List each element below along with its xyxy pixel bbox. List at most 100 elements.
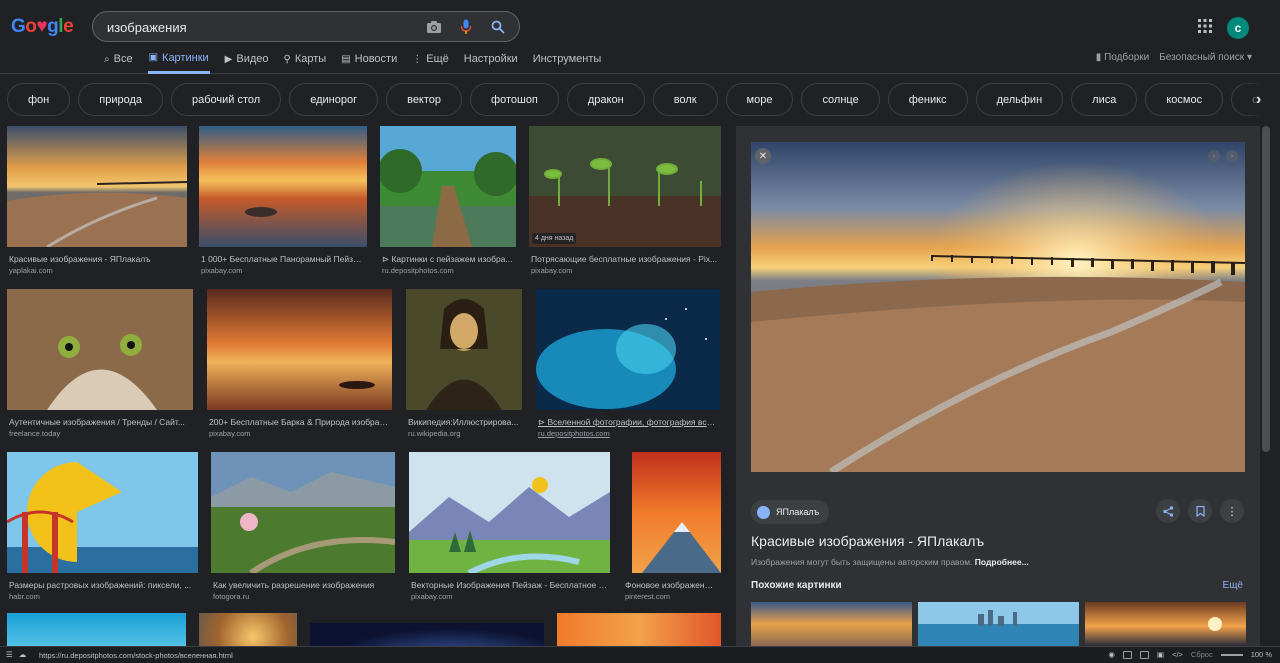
result-card[interactable]: 4 дня назад Потрясающие бесплатные изобр… bbox=[529, 126, 721, 276]
result-thumbnail[interactable] bbox=[207, 289, 392, 410]
window-icon[interactable] bbox=[1122, 650, 1132, 659]
result-thumbnail[interactable] bbox=[557, 613, 721, 646]
search-input[interactable] bbox=[107, 18, 427, 36]
chip[interactable]: море bbox=[725, 83, 794, 116]
result-title[interactable]: Красивые изображения - ЯПлакалъ bbox=[9, 254, 185, 264]
chip[interactable]: солнце bbox=[801, 83, 880, 116]
cloud-icon[interactable]: ☁ bbox=[19, 650, 27, 659]
zoom-level[interactable]: 100 % bbox=[1251, 650, 1272, 659]
result-title[interactable]: 200+ Бесплатные Барка & Природа изображ.… bbox=[209, 417, 390, 427]
chevron-left-icon[interactable]: ‹ bbox=[1208, 150, 1220, 162]
result-thumbnail[interactable]: 4 дня назад bbox=[529, 126, 721, 247]
microphone-icon[interactable] bbox=[457, 18, 475, 36]
result-thumbnail[interactable] bbox=[7, 289, 193, 410]
similar-image[interactable] bbox=[918, 602, 1079, 646]
chip[interactable]: фотошоп bbox=[470, 83, 559, 116]
result-card[interactable] bbox=[310, 623, 544, 646]
safe-search-menu[interactable]: Безопасный поиск ▾ bbox=[1159, 52, 1252, 63]
chevron-right-icon[interactable]: › bbox=[1226, 150, 1238, 162]
share-icon[interactable] bbox=[1156, 499, 1180, 523]
tab-news[interactable]: ▤ Новости bbox=[341, 47, 397, 71]
tab-tools[interactable]: Инструменты bbox=[533, 47, 602, 71]
result-card[interactable] bbox=[557, 613, 721, 646]
learn-more-link[interactable]: Подробнее... bbox=[975, 557, 1029, 567]
result-card[interactable]: Википедия:Иллюстрирова... ru.wikipedia.o… bbox=[406, 289, 522, 439]
result-thumbnail[interactable] bbox=[7, 126, 187, 247]
collections-link[interactable]: ▮ Подборки bbox=[1096, 52, 1149, 63]
chip[interactable]: единорог bbox=[289, 83, 379, 116]
camera-icon[interactable] bbox=[425, 18, 443, 36]
tiling-icon[interactable] bbox=[1139, 650, 1149, 659]
result-title[interactable]: Как увеличить разрешение изображения bbox=[213, 580, 393, 590]
chip[interactable]: вектор bbox=[386, 83, 463, 116]
result-card[interactable]: Векторные Изображения Пейзаж - Бесплатно… bbox=[409, 452, 610, 602]
tab-video[interactable]: ▶ Видео bbox=[225, 47, 269, 71]
google-logo[interactable]: Go♥gle bbox=[11, 16, 74, 38]
tab-images[interactable]: ▣ Картинки bbox=[147, 47, 210, 74]
zoom-slider[interactable] bbox=[1220, 654, 1243, 656]
result-thumbnail[interactable] bbox=[632, 452, 721, 573]
image-toggle-icon[interactable]: ▣ bbox=[1157, 650, 1164, 659]
similar-more-link[interactable]: Ещё bbox=[1223, 580, 1243, 591]
tab-settings[interactable]: Настройки bbox=[464, 47, 518, 71]
tab-all[interactable]: ⌕ Все bbox=[104, 47, 133, 71]
result-title[interactable]: Википедия:Иллюстрирова... bbox=[408, 417, 520, 427]
menu-icon[interactable]: ☰ bbox=[6, 650, 13, 659]
result-thumbnail[interactable] bbox=[199, 613, 297, 646]
result-title[interactable]: Фоновое изображение... bbox=[625, 580, 717, 590]
preview-title[interactable]: Красивые изображения - ЯПлакалъ bbox=[751, 533, 984, 549]
tab-maps[interactable]: ⚲ Карты bbox=[284, 47, 327, 71]
result-thumbnail[interactable] bbox=[7, 613, 186, 646]
result-card[interactable]: Фоновое изображение... pinterest.com bbox=[623, 452, 721, 602]
result-card[interactable] bbox=[7, 613, 186, 646]
result-thumbnail[interactable] bbox=[7, 452, 198, 573]
bookmark-icon[interactable] bbox=[1188, 499, 1212, 523]
chip[interactable]: космос bbox=[1145, 83, 1224, 116]
chip[interactable]: волк bbox=[652, 83, 718, 116]
result-card[interactable]: ⊳ Вселенной фотографии, фотография вселе… bbox=[536, 289, 720, 439]
similar-image[interactable] bbox=[1085, 602, 1246, 646]
result-thumbnail[interactable] bbox=[380, 126, 516, 247]
result-title[interactable]: 1 000+ Бесплатные Панорамный Пейзаж... bbox=[201, 254, 365, 264]
result-title[interactable]: ⊳ Картинки с пейзажем изобра... bbox=[382, 254, 514, 265]
result-title[interactable]: Потрясающие бесплатные изображения - Pix… bbox=[531, 254, 719, 264]
chip[interactable]: дельфин bbox=[975, 83, 1064, 116]
chip[interactable]: природа bbox=[78, 83, 163, 116]
tab-more[interactable]: ⋮ Ещё bbox=[412, 47, 449, 71]
result-card[interactable]: Размеры растровых изображений: пиксели, … bbox=[7, 452, 198, 602]
close-icon[interactable]: ✕ bbox=[755, 148, 771, 164]
result-thumbnail[interactable] bbox=[536, 289, 720, 410]
result-card[interactable]: Как увеличить разрешение изображения fot… bbox=[211, 452, 395, 602]
apps-grid-icon[interactable] bbox=[1198, 19, 1214, 35]
result-title[interactable]: Размеры растровых изображений: пиксели, … bbox=[9, 580, 196, 590]
reset-zoom-button[interactable]: Сброс bbox=[1191, 650, 1213, 659]
code-icon[interactable]: </> bbox=[1172, 650, 1183, 659]
search-icon[interactable] bbox=[489, 18, 507, 36]
chip[interactable]: рабочий стол bbox=[171, 83, 282, 116]
result-card[interactable]: Красивые изображения - ЯПлакалъ yaplakai… bbox=[7, 126, 187, 276]
result-card[interactable]: Аутентичные изображения / Тренды / Сайт.… bbox=[7, 289, 193, 439]
result-thumbnail[interactable] bbox=[199, 126, 367, 247]
similar-image[interactable] bbox=[751, 602, 912, 646]
result-card[interactable]: 1 000+ Бесплатные Панорамный Пейзаж... p… bbox=[199, 126, 367, 276]
result-card[interactable] bbox=[199, 613, 297, 646]
source-site-chip[interactable]: ЯПлакалъ bbox=[751, 500, 830, 524]
camera-icon[interactable]: ◉ bbox=[1108, 650, 1115, 659]
chip[interactable]: фон bbox=[7, 83, 71, 116]
result-thumbnail[interactable] bbox=[310, 623, 544, 646]
result-title[interactable]: Векторные Изображения Пейзаж - Бесплатно… bbox=[411, 580, 608, 590]
more-vert-icon[interactable]: ⋮ bbox=[1220, 499, 1244, 523]
result-title[interactable]: Аутентичные изображения / Тренды / Сайт.… bbox=[9, 417, 191, 427]
chip[interactable]: дракон bbox=[566, 83, 645, 116]
result-title[interactable]: ⊳ Вселенной фотографии, фотография вселе… bbox=[538, 417, 718, 428]
result-card[interactable]: ⊳ Картинки с пейзажем изобра... ru.depos… bbox=[380, 126, 516, 276]
result-card[interactable]: 200+ Бесплатные Барка & Природа изображ.… bbox=[207, 289, 392, 439]
chip[interactable]: феникс bbox=[887, 83, 968, 116]
chip[interactable]: лиса bbox=[1071, 83, 1138, 116]
result-thumbnail[interactable] bbox=[409, 452, 610, 573]
result-thumbnail[interactable] bbox=[406, 289, 522, 410]
preview-image[interactable] bbox=[751, 142, 1245, 472]
chevron-right-icon[interactable]: › bbox=[1256, 91, 1272, 109]
page-scrollbar[interactable] bbox=[1262, 126, 1270, 452]
account-avatar[interactable]: c bbox=[1227, 17, 1249, 39]
